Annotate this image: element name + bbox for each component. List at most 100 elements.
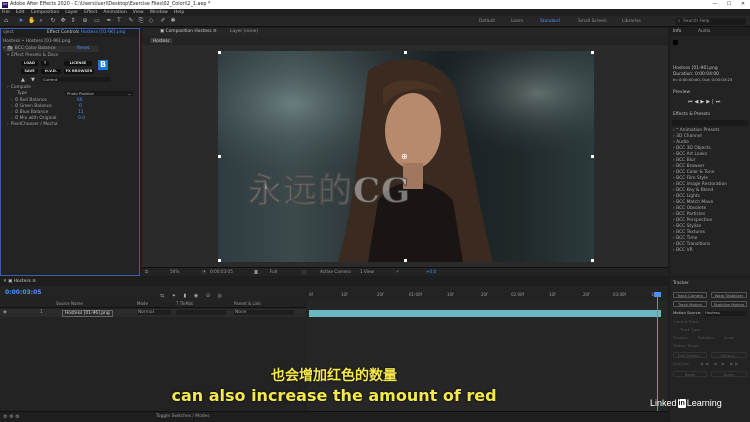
expand-triangle-icon[interactable]: › xyxy=(11,116,13,121)
warp-stabilizer-button[interactable]: Warp Stabilizer xyxy=(711,292,747,298)
timeline-timecode[interactable]: 0:00:03:05 xyxy=(5,289,41,296)
motion-source-dropdown[interactable]: Hostess xyxy=(704,310,746,316)
pan-behind-tool-icon[interactable]: ⊕ xyxy=(82,18,88,24)
expand-triangle-icon[interactable]: › xyxy=(11,104,13,109)
puppet-tool-icon[interactable]: ✱ xyxy=(170,18,176,24)
selection-tool-icon[interactable]: ➤ xyxy=(18,18,24,24)
zoom-dropdown[interactable]: 50% xyxy=(170,269,179,274)
list-item[interactable]: › BCC Film Style xyxy=(673,176,708,181)
minimize-button[interactable]: — xyxy=(708,0,722,9)
green-balance-value[interactable]: 0 xyxy=(79,104,82,109)
anchor-point-icon[interactable]: ⊕ xyxy=(401,152,408,162)
workspace-default[interactable]: Default xyxy=(479,19,495,24)
list-item[interactable]: › BCC Key & Blend xyxy=(673,188,713,193)
apply-button[interactable]: Apply xyxy=(711,371,747,377)
tab-effect-controls[interactable]: Effect Controls Hostess [01-96].png xyxy=(47,30,125,35)
layer-name[interactable]: Hostess [01-96].png xyxy=(62,310,113,318)
menu-view[interactable]: View xyxy=(133,10,144,16)
options-button[interactable]: Options... xyxy=(711,352,747,358)
comp-breadcrumb[interactable]: Hostess xyxy=(150,38,173,44)
preview-transport-controls[interactable]: ⏮◀▶▶|⏭ xyxy=(688,99,722,105)
tab-project[interactable]: oject xyxy=(3,30,14,35)
workspace-libraries[interactable]: Libraries xyxy=(622,19,641,24)
tab-composition[interactable]: ▣ Composition Hostess ≡ xyxy=(160,29,217,34)
maximize-button[interactable]: ☐ xyxy=(722,0,736,9)
exposure-value[interactable]: +0.0 xyxy=(426,269,436,274)
viewer-timecode[interactable]: 0:00:03:05 xyxy=(210,269,233,274)
license-button[interactable]: LICENSE xyxy=(64,61,92,66)
preset-field[interactable]: Current xyxy=(41,77,111,82)
list-item[interactable]: › BCC Obsolete xyxy=(673,206,706,211)
track-motion-button[interactable]: Track Motion xyxy=(673,301,707,307)
selection-handle[interactable] xyxy=(591,155,594,158)
magnification-icon[interactable]: ⎚ xyxy=(145,269,148,274)
list-item[interactable]: › BCC Blur xyxy=(673,158,695,163)
expand-triangle-icon[interactable]: › xyxy=(11,110,13,115)
composition-frame[interactable]: 永远的CG ⊕ xyxy=(218,51,594,262)
expand-triangle-icon[interactable]: › xyxy=(7,122,9,127)
list-item[interactable]: › BCC Lights xyxy=(673,194,700,199)
list-item[interactable]: › BCC Particles xyxy=(673,212,705,217)
fast-preview-icon[interactable]: ⚡ xyxy=(396,269,399,274)
region-of-interest-icon[interactable]: ▢ xyxy=(302,269,306,274)
expand-triangle-icon[interactable]: ▾ xyxy=(7,53,9,58)
col-source-name[interactable]: Source Name xyxy=(56,301,83,307)
col-trkmat[interactable]: T TrkMat xyxy=(176,301,193,307)
effects-search-input[interactable] xyxy=(672,120,748,126)
list-item[interactable]: › BCC Textures xyxy=(673,230,705,235)
expand-triangle-icon[interactable]: › xyxy=(11,98,13,103)
selection-handle[interactable] xyxy=(218,155,221,158)
type-dropdown[interactable]: Photo Positive ⌄ xyxy=(65,91,133,96)
blue-balance-value[interactable]: 11 xyxy=(78,110,84,115)
clone-stamp-tool-icon[interactable]: ⎘ xyxy=(138,18,144,24)
stabilize-motion-button[interactable]: Stabilize Motion xyxy=(711,301,747,307)
search-help-input[interactable]: ⌕ Search Help xyxy=(676,18,746,25)
track-camera-button[interactable]: Track Camera xyxy=(673,292,707,298)
save-button[interactable]: SAVE xyxy=(21,69,38,74)
list-item[interactable]: › Audio xyxy=(673,140,689,145)
selection-handle[interactable] xyxy=(218,51,221,54)
brush-tool-icon[interactable]: ✎ xyxy=(128,18,134,24)
edit-target-button[interactable]: Edit Target... xyxy=(673,352,707,358)
trkmat-dropdown[interactable] xyxy=(176,310,226,315)
selection-handle[interactable] xyxy=(591,51,594,54)
preset-prev-icon[interactable]: ▲ xyxy=(21,77,25,83)
camera-dropdown[interactable]: Active Camera xyxy=(320,269,351,274)
views-dropdown[interactable]: 1 View xyxy=(360,269,374,274)
menu-window[interactable]: Window xyxy=(150,10,168,16)
help-button[interactable]: ? xyxy=(41,61,49,66)
orbit-tool-icon[interactable]: ↻ xyxy=(50,18,56,24)
timeline-ruler[interactable]: 0f 10f 20f 01:00f 10f 20f 02:00f 10f 20f… xyxy=(307,292,668,301)
list-item[interactable]: › BCC Perspective xyxy=(673,218,712,223)
hand-tool-icon[interactable]: ✋ xyxy=(28,18,35,24)
table-row[interactable]: ◉ 1 Hostess [01-96].png Normal None xyxy=(0,309,306,318)
snapshot-icon[interactable]: ◙ xyxy=(254,269,258,274)
tab-audio[interactable]: Audio xyxy=(698,29,710,34)
expand-triangle-icon[interactable]: ▾ xyxy=(3,46,5,51)
menu-composition[interactable]: Composition xyxy=(31,10,60,16)
list-item[interactable]: › BCC Browser xyxy=(673,164,704,169)
pen-tool-icon[interactable]: ✒ xyxy=(106,18,112,24)
col-mode[interactable]: Mode xyxy=(137,301,148,307)
menu-animation[interactable]: Animation xyxy=(103,10,126,16)
hvd-button[interactable]: H.V.D. xyxy=(41,69,61,74)
workspace-learn[interactable]: Learn xyxy=(511,19,523,24)
pan-tool-icon[interactable]: ✥ xyxy=(60,18,66,24)
list-item[interactable]: › BCC Color & Tone xyxy=(673,170,714,175)
mix-value[interactable]: 0.0 xyxy=(78,116,85,121)
layer-duration-bar[interactable] xyxy=(309,310,661,317)
menu-effect[interactable]: Effect xyxy=(84,10,97,16)
home-icon[interactable]: ⌂ xyxy=(3,18,9,24)
list-item[interactable]: › BCC Art Looks xyxy=(673,152,707,157)
selection-handle[interactable] xyxy=(404,51,407,54)
analyze-controls[interactable]: ◀◀ ◀ ▶ ▶▶ xyxy=(700,361,740,367)
menu-help[interactable]: Help xyxy=(174,10,184,16)
toggle-switches-modes[interactable]: Toggle Switches / Modes xyxy=(156,414,210,419)
list-item[interactable]: › BCC VR xyxy=(673,248,693,253)
fx-browser-button[interactable]: FX BROWSER xyxy=(64,69,94,74)
tab-timeline[interactable]: ✕ ▣ Hostess ≡ xyxy=(3,279,36,284)
list-item[interactable]: › * Animation Presets xyxy=(673,128,720,133)
tab-info[interactable]: Info xyxy=(673,29,681,34)
list-item[interactable]: › BCC Image Restoration xyxy=(673,182,727,187)
parent-dropdown[interactable]: None xyxy=(234,310,294,316)
